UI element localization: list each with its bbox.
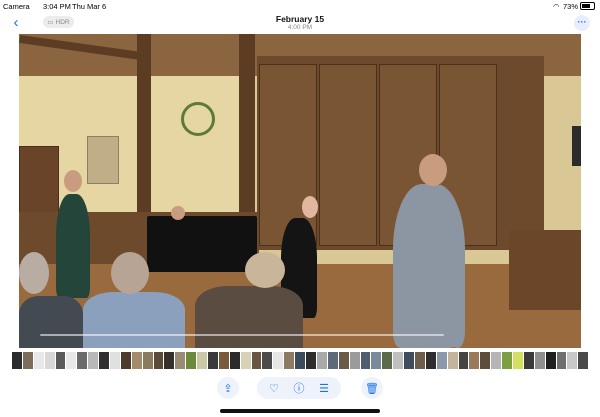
delete-button[interactable]: 🗑 bbox=[361, 377, 383, 399]
thumbnail[interactable] bbox=[66, 352, 77, 369]
thumbnail[interactable] bbox=[55, 352, 66, 369]
thumbnail[interactable] bbox=[491, 352, 502, 369]
thumbnail[interactable] bbox=[197, 352, 208, 369]
page-subtitle: 4:00 PM bbox=[287, 24, 313, 31]
thumbnail[interactable] bbox=[99, 352, 110, 369]
status-date: Thu Mar 6 bbox=[72, 2, 107, 11]
thumbnail[interactable] bbox=[447, 352, 458, 369]
thumbnail[interactable] bbox=[142, 352, 153, 369]
thumbnail[interactable] bbox=[480, 352, 491, 369]
scene-person-head bbox=[171, 206, 185, 220]
thumbnail[interactable] bbox=[512, 352, 523, 369]
scene-person-head bbox=[19, 252, 49, 294]
scene-person-head bbox=[245, 252, 285, 288]
scene-door bbox=[319, 64, 377, 246]
thumbnail[interactable] bbox=[414, 352, 425, 369]
thumbnail[interactable] bbox=[523, 352, 534, 369]
thumbnail[interactable] bbox=[164, 352, 175, 369]
thumbnail[interactable] bbox=[229, 352, 240, 369]
thumbnail[interactable] bbox=[273, 352, 284, 369]
adjust-button[interactable]: ☰ bbox=[313, 379, 335, 397]
info-icon: ⓘ bbox=[293, 383, 305, 395]
thumbnail[interactable] bbox=[578, 352, 589, 369]
thumbnail[interactable] bbox=[208, 352, 218, 369]
scene-wreath bbox=[181, 102, 215, 136]
scene-beam bbox=[137, 34, 151, 224]
scene-singer bbox=[393, 184, 465, 348]
thumbnail[interactable] bbox=[382, 352, 393, 369]
thumbnail[interactable] bbox=[284, 352, 295, 369]
thumbnail[interactable] bbox=[338, 352, 349, 369]
share-button[interactable]: ⇪ bbox=[217, 377, 239, 399]
thumbnail[interactable] bbox=[153, 352, 164, 369]
thumbnail[interactable] bbox=[458, 352, 469, 369]
scene-audience bbox=[19, 296, 83, 348]
page-title: February 15 bbox=[275, 14, 325, 24]
thumbnail[interactable] bbox=[240, 352, 251, 369]
status-time: 3:04 PM bbox=[43, 2, 71, 11]
thumbnail[interactable] bbox=[218, 352, 229, 369]
thumbnail[interactable] bbox=[404, 352, 414, 369]
heart-icon: ♡ bbox=[269, 382, 279, 395]
scene-performer bbox=[56, 194, 90, 298]
thumbnail-strip[interactable] bbox=[12, 352, 589, 369]
thumbnail[interactable] bbox=[567, 352, 578, 369]
sliders-icon: ☰ bbox=[319, 382, 329, 395]
thumbnail[interactable] bbox=[502, 352, 512, 369]
info-button[interactable]: ⓘ bbox=[288, 379, 310, 397]
photo-actions-group: ♡ ⓘ ☰ bbox=[257, 377, 341, 399]
scene-person-head bbox=[111, 252, 149, 294]
scene-door bbox=[259, 64, 317, 246]
share-icon: ⇪ bbox=[223, 382, 233, 395]
scene-audience bbox=[195, 286, 303, 348]
thumbnail[interactable] bbox=[436, 352, 447, 369]
thumbnail[interactable] bbox=[251, 352, 262, 369]
thumbnail[interactable] bbox=[88, 352, 99, 369]
home-indicator bbox=[220, 409, 380, 413]
video-viewer[interactable]: ▶ 🔇 bbox=[19, 34, 581, 348]
thumbnail[interactable] bbox=[306, 352, 316, 369]
thumbnail[interactable] bbox=[110, 352, 120, 369]
video-scrubber[interactable] bbox=[40, 334, 444, 336]
thumbnail[interactable] bbox=[77, 352, 88, 369]
thumbnail[interactable] bbox=[295, 352, 306, 369]
back-to-app-label[interactable]: Camera bbox=[3, 2, 30, 11]
scene-person-head bbox=[302, 196, 318, 218]
wifi-icon: ◠ bbox=[553, 2, 560, 11]
thumbnail[interactable] bbox=[469, 352, 480, 369]
battery-icon bbox=[580, 2, 595, 10]
thumbnail[interactable] bbox=[33, 352, 44, 369]
scene-artwork bbox=[87, 136, 119, 184]
scene-piano bbox=[147, 216, 257, 272]
thumbnail[interactable] bbox=[393, 352, 404, 369]
thumbnail[interactable] bbox=[545, 352, 556, 369]
thumbnail[interactable] bbox=[44, 352, 55, 369]
thumbnail[interactable] bbox=[262, 352, 273, 369]
scene-person-head bbox=[64, 170, 82, 192]
thumbnail[interactable] bbox=[186, 352, 197, 369]
ellipsis-icon: ··· bbox=[577, 17, 587, 27]
favorite-button[interactable]: ♡ bbox=[263, 379, 285, 397]
scene-stairs bbox=[509, 230, 581, 310]
more-button[interactable]: ··· bbox=[574, 15, 590, 31]
thumbnail[interactable] bbox=[360, 352, 371, 369]
thumbnail[interactable] bbox=[12, 352, 22, 369]
thumbnail[interactable] bbox=[316, 352, 327, 369]
trash-icon: 🗑 bbox=[365, 382, 379, 395]
scene-person-head bbox=[419, 154, 447, 186]
thumbnail[interactable] bbox=[425, 352, 436, 369]
thumbnail[interactable] bbox=[120, 352, 131, 369]
thumbnail[interactable] bbox=[371, 352, 382, 369]
thumbnail[interactable] bbox=[131, 352, 142, 369]
thumbnail[interactable] bbox=[175, 352, 186, 369]
thumbnail[interactable] bbox=[22, 352, 33, 369]
scene-audience bbox=[83, 292, 185, 348]
battery-percent: 73% bbox=[563, 2, 579, 11]
scene-frame bbox=[572, 126, 581, 166]
thumbnail[interactable] bbox=[534, 352, 545, 369]
thumbnail[interactable] bbox=[556, 352, 567, 369]
thumbnail[interactable] bbox=[349, 352, 360, 369]
thumbnail[interactable] bbox=[327, 352, 338, 369]
status-bar: Camera 3:04 PM Thu Mar 6 ◠ 73% bbox=[0, 0, 600, 12]
